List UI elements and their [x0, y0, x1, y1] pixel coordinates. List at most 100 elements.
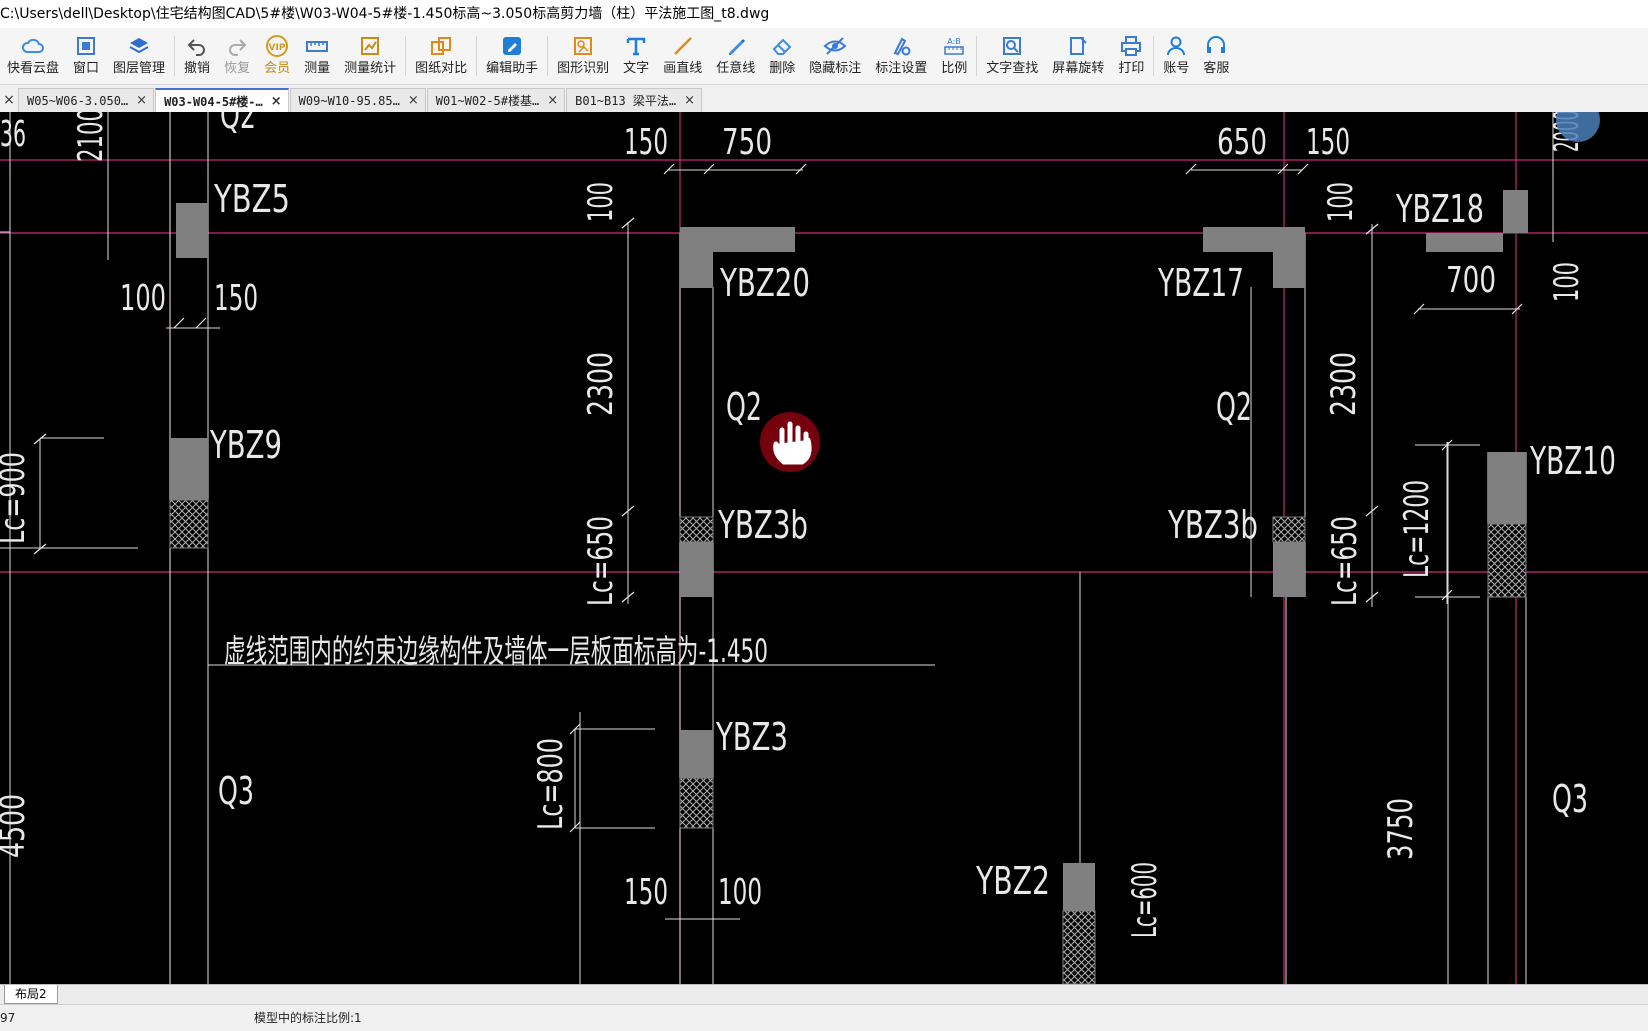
- dim-text: 4500: [0, 794, 33, 858]
- dim-text: 650: [1217, 122, 1267, 163]
- vip-label: 会员: [264, 61, 291, 76]
- tab-label: W03-W04-5#楼-…: [164, 94, 263, 109]
- redo-icon: [225, 34, 249, 58]
- dim-text: 2300: [581, 352, 621, 416]
- freehand-button[interactable]: 任意线: [709, 28, 762, 84]
- lc-text: Lc=800: [531, 738, 571, 830]
- text-search-button[interactable]: 文字查找: [979, 28, 1045, 84]
- dim-text: 150: [214, 278, 258, 319]
- close-icon[interactable]: ×: [0, 88, 18, 112]
- ruler-icon: [305, 34, 329, 58]
- close-icon[interactable]: ×: [271, 94, 282, 109]
- compare-label: 图纸对比: [415, 61, 468, 76]
- dim-text: 700: [1446, 260, 1496, 301]
- account-button[interactable]: 账号: [1156, 28, 1196, 84]
- layer-manager-label: 图层管理: [113, 61, 166, 76]
- dim-text: 36: [0, 114, 26, 155]
- window-icon: [74, 34, 98, 58]
- component-label: YBZ10: [1529, 439, 1616, 483]
- lc-text: Lc=650: [1325, 516, 1365, 606]
- customer-service-label: 客服: [1203, 61, 1230, 76]
- line-button[interactable]: 画直线: [656, 28, 709, 84]
- svg-text:VIP: VIP: [269, 43, 286, 53]
- edit-assistant-label: 编辑助手: [486, 61, 539, 76]
- tab-b01-b13[interactable]: B01~B13 梁平法… ×: [566, 88, 703, 112]
- text-search-icon: [1000, 34, 1024, 58]
- annotation-settings-label: 标注设置: [875, 61, 928, 76]
- dim-text: 100: [1547, 262, 1587, 302]
- screen-rotate-label: 屏幕旋转: [1052, 61, 1105, 76]
- tab-label: B01~B13 梁平法…: [575, 94, 677, 108]
- component-label: YBZ3: [715, 715, 788, 759]
- undo-button[interactable]: 撤销: [177, 28, 217, 84]
- dim-text: 100: [1321, 182, 1361, 222]
- close-icon[interactable]: ×: [408, 93, 419, 108]
- lc-text: Lc=600: [1125, 862, 1165, 938]
- print-button[interactable]: 打印: [1111, 28, 1151, 84]
- screen-rotate-button[interactable]: 屏幕旋转: [1045, 28, 1111, 84]
- dim-text: 2100: [71, 112, 111, 162]
- text-search-label: 文字查找: [986, 61, 1039, 76]
- compare-button[interactable]: 图纸对比: [408, 28, 474, 84]
- hand-cursor: [760, 412, 820, 472]
- layer-manager-button[interactable]: 图层管理: [106, 28, 172, 84]
- close-icon[interactable]: ×: [136, 93, 147, 108]
- line-label: 画直线: [663, 61, 703, 76]
- measure-button[interactable]: 测量: [297, 28, 337, 84]
- wall-label: Q2: [726, 385, 762, 429]
- delete-button[interactable]: 删除: [762, 28, 802, 84]
- text-label: 文字: [623, 61, 650, 76]
- dim-text: 750: [722, 122, 772, 163]
- tab-w09-w10[interactable]: W09~W10-95.85… ×: [289, 88, 426, 112]
- tab-w01-w02[interactable]: W01~W02-5#楼基… ×: [426, 88, 566, 112]
- print-label: 打印: [1118, 61, 1145, 76]
- cloud-icon: [21, 34, 45, 58]
- status-bar: 97 模型中的标注比例:1: [0, 1004, 1648, 1031]
- vip-button[interactable]: VIP 会员: [257, 28, 297, 84]
- toolbar-separator: [405, 36, 407, 76]
- toolbar-separator: [976, 36, 978, 76]
- document-tab-bar: × W05~W06-3.050… × W03-W04-5#楼-… × W09~W…: [0, 86, 1648, 113]
- printer-icon: [1119, 34, 1143, 58]
- wall-label: Q3: [1552, 777, 1588, 821]
- measure-stats-icon: [358, 34, 382, 58]
- customer-service-button[interactable]: 客服: [1196, 28, 1236, 84]
- rotate-icon: [1066, 34, 1090, 58]
- close-icon[interactable]: ×: [547, 93, 558, 108]
- tab-w05-w06[interactable]: W05~W06-3.050… ×: [18, 88, 155, 112]
- text-button[interactable]: 文字: [616, 28, 656, 84]
- lc-text: Lc=900: [0, 452, 33, 544]
- account-label: 账号: [1163, 61, 1190, 76]
- drawing-canvas[interactable]: 150 750 650 150 100 150 700 150 100 36 1…: [0, 112, 1648, 984]
- dim-text: 2300: [1324, 352, 1364, 416]
- dim-text: 150: [624, 872, 668, 913]
- edit-assistant-button[interactable]: 编辑助手: [479, 28, 545, 84]
- toolbar-separator: [1153, 36, 1155, 76]
- shape-recognition-label: 图形识别: [557, 61, 610, 76]
- window-button[interactable]: 窗口: [66, 28, 106, 84]
- measure-label: 测量: [304, 61, 331, 76]
- close-icon[interactable]: ×: [684, 93, 695, 108]
- hide-annotations-button[interactable]: 隐藏标注: [802, 28, 868, 84]
- wall-label: Q3: [218, 769, 254, 813]
- annotation-settings-icon: [889, 34, 913, 58]
- tab-w03-w04[interactable]: W03-W04-5#楼-… ×: [155, 88, 289, 112]
- compare-icon: [429, 34, 453, 58]
- scale-label: 比例: [941, 61, 968, 76]
- shape-recognition-button[interactable]: 图形识别: [550, 28, 616, 84]
- title-bar: C:\Users\dell\Desktop\住宅结构图CAD\5#楼\W03-W…: [0, 0, 1648, 28]
- scale-button[interactable]: A:B 比例: [934, 28, 974, 84]
- annotation-settings-button[interactable]: 标注设置: [868, 28, 934, 84]
- component-label: YBZ18: [1395, 187, 1484, 231]
- toolbar-separator: [174, 36, 176, 76]
- redo-button[interactable]: 恢复: [217, 28, 257, 84]
- cloud-drive-button[interactable]: 快看云盘: [0, 28, 66, 84]
- eraser-icon: [770, 34, 794, 58]
- wall-label: Q2: [220, 112, 256, 137]
- main-toolbar: 快看云盘 窗口 图层管理 撤销 恢复 VIP 会员 测量 测量统计 图纸对比 编…: [0, 28, 1648, 85]
- window-label: 窗口: [73, 61, 100, 76]
- window-title: C:\Users\dell\Desktop\住宅结构图CAD\5#楼\W03-W…: [0, 6, 770, 22]
- tab-layout2[interactable]: 布局2: [4, 985, 58, 1004]
- measure-stats-button[interactable]: 测量统计: [337, 28, 403, 84]
- undo-label: 撤销: [184, 61, 211, 76]
